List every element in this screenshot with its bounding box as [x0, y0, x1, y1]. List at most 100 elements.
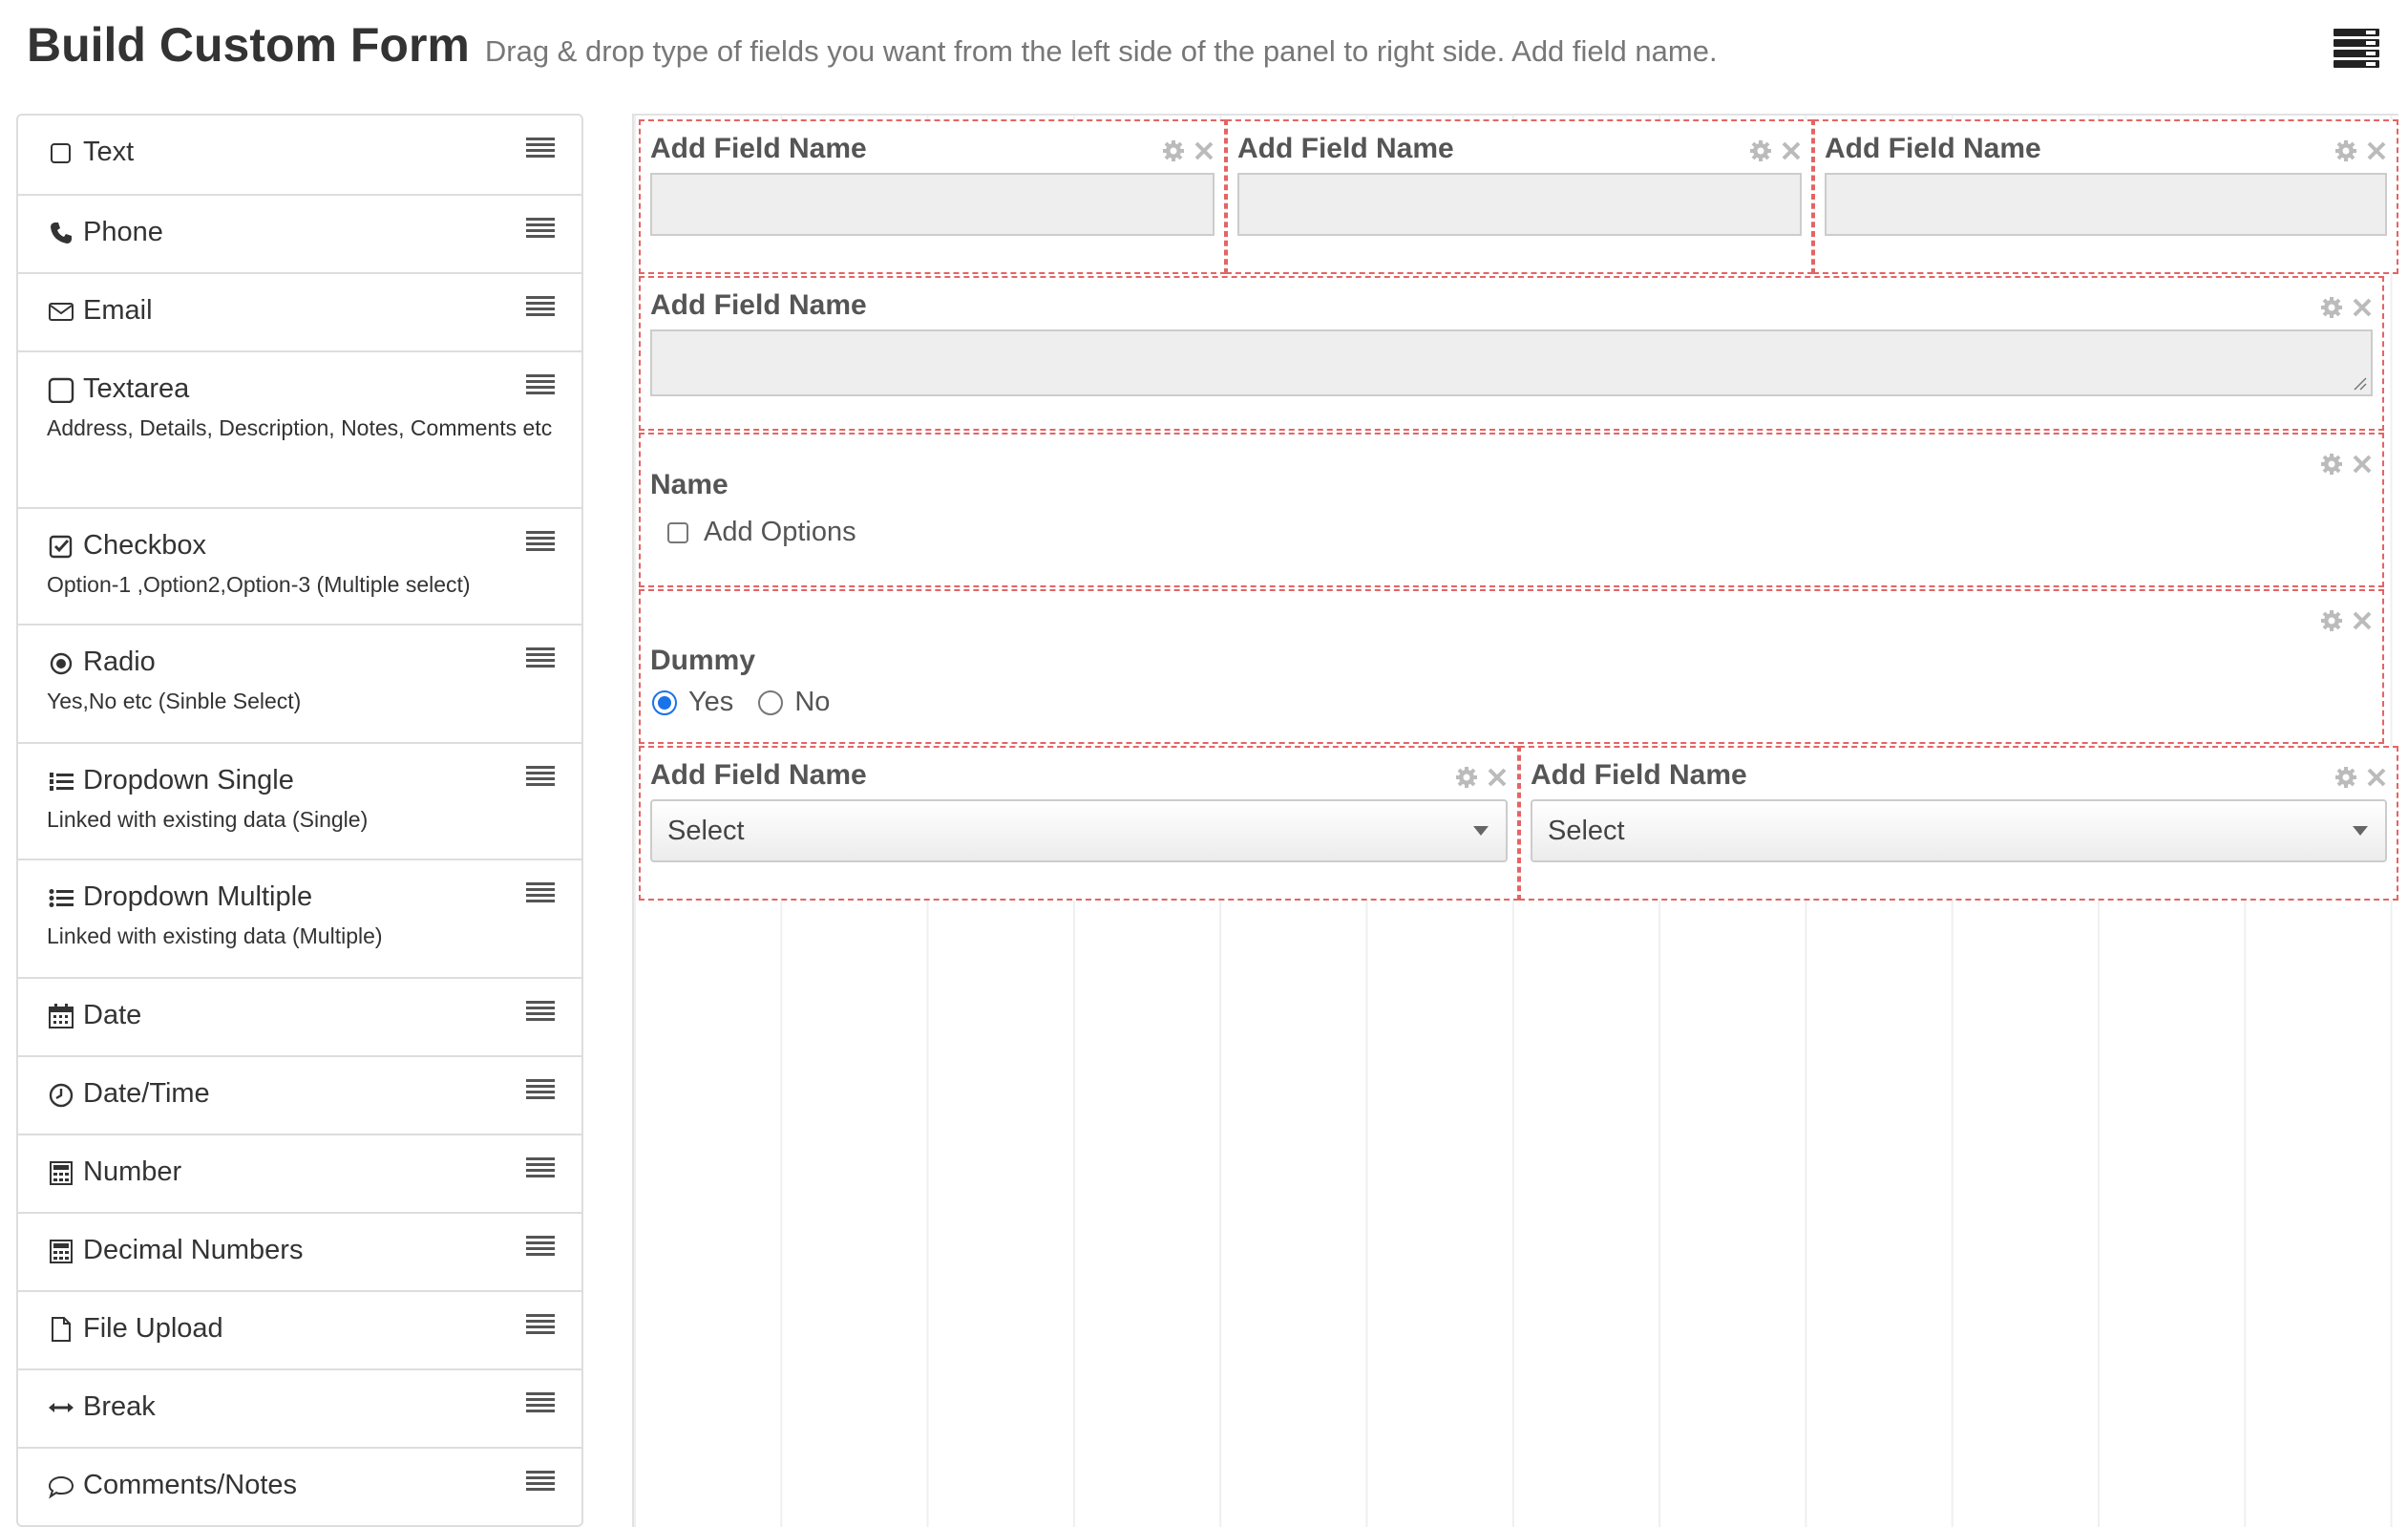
gear-icon[interactable] [2319, 608, 2344, 633]
palette-item-date[interactable]: Date [18, 979, 581, 1057]
drag-handle-icon[interactable] [526, 1470, 555, 1493]
drag-handle-icon[interactable] [526, 1078, 555, 1101]
close-icon[interactable] [2364, 138, 2389, 163]
field-name-label[interactable]: Add Field Name [1237, 133, 1454, 165]
radio-button-selected[interactable] [652, 689, 677, 715]
resize-handle-icon[interactable] [2352, 375, 2367, 391]
text-input-preview[interactable] [1237, 173, 1802, 236]
palette-item-description: Yes,No etc (Sinble Select) [47, 689, 302, 713]
close-icon[interactable] [1779, 138, 1804, 163]
field-palette: Text Phone Email Textarea Address, Detai… [16, 114, 583, 1527]
palette-item-datetime[interactable]: Date/Time [18, 1057, 581, 1135]
server-menu-icon[interactable] [2332, 27, 2381, 69]
form-field-text[interactable]: Add Field Name [1813, 119, 2398, 274]
calculator-icon [47, 1237, 75, 1265]
palette-item-file-upload[interactable]: File Upload [18, 1292, 581, 1370]
drag-handle-icon[interactable] [526, 530, 555, 553]
palette-item-email[interactable]: Email [18, 274, 581, 352]
gear-icon[interactable] [1161, 138, 1186, 163]
palette-item-label: File Upload [83, 1313, 223, 1344]
drag-handle-icon[interactable] [526, 647, 555, 669]
drag-handle-icon[interactable] [526, 881, 555, 904]
drag-handle-icon[interactable] [526, 1235, 555, 1258]
palette-item-description: Linked with existing data (Multiple) [47, 923, 383, 948]
palette-item-decimal-numbers[interactable]: Decimal Numbers [18, 1214, 581, 1292]
envelope-icon [47, 297, 75, 326]
field-name-label[interactable]: Add Field Name [1825, 133, 2041, 165]
field-name-label[interactable]: Add Field Name [650, 759, 867, 792]
gear-icon[interactable] [2319, 295, 2344, 320]
gear-icon[interactable] [2334, 138, 2358, 163]
palette-item-phone[interactable]: Phone [18, 196, 581, 274]
select-dropdown[interactable]: Select [650, 799, 1508, 862]
drag-handle-icon[interactable] [526, 1391, 555, 1414]
form-field-dropdown[interactable]: Add Field Name Select [639, 746, 1519, 901]
close-icon[interactable] [2364, 765, 2389, 790]
close-icon[interactable] [2350, 608, 2375, 633]
field-name-label[interactable]: Dummy [650, 645, 755, 677]
palette-item-label: Date [83, 1000, 142, 1030]
palette-item-dropdown-multiple[interactable]: Dropdown Multiple Linked with existing d… [18, 860, 581, 979]
palette-item-label: Break [83, 1391, 156, 1422]
textarea-preview[interactable] [650, 329, 2373, 396]
drag-handle-icon[interactable] [526, 765, 555, 788]
gear-icon[interactable] [2319, 452, 2344, 477]
close-icon[interactable] [1485, 765, 1510, 790]
page-subtitle: Drag & drop type of fields you want from… [484, 34, 1718, 68]
field-name-label[interactable]: Add Field Name [650, 133, 867, 165]
palette-item-label: Dropdown Multiple [83, 881, 313, 912]
form-field-text[interactable]: Add Field Name [1226, 119, 1813, 274]
text-input-preview[interactable] [1825, 173, 2387, 236]
form-field-dropdown[interactable]: Add Field Name Select [1519, 746, 2398, 901]
drag-handle-icon[interactable] [526, 373, 555, 396]
palette-item-radio[interactable]: Radio Yes,No etc (Sinble Select) [18, 626, 581, 744]
checkbox-option[interactable]: Add Options [667, 517, 856, 548]
drag-handle-icon[interactable] [526, 217, 555, 240]
form-field-textarea[interactable]: Add Field Name [639, 276, 2384, 431]
palette-item-label: Checkbox [83, 530, 206, 561]
calculator-icon [47, 1158, 75, 1187]
palette-item-break[interactable]: Break [18, 1370, 581, 1449]
gear-icon[interactable] [1454, 765, 1479, 790]
page-header: Build Custom Form Drag & drop type of fi… [27, 17, 2381, 84]
select-dropdown[interactable]: Select [1531, 799, 2387, 862]
close-icon[interactable] [1192, 138, 1216, 163]
field-name-label[interactable]: Add Field Name [1531, 759, 1747, 792]
checkbox-option-label: Add Options [704, 517, 856, 547]
palette-item-comments[interactable]: Comments/Notes [18, 1449, 581, 1525]
palette-item-text[interactable]: Text [18, 116, 581, 196]
numbered-list-icon [47, 767, 75, 795]
drag-handle-icon[interactable] [526, 1000, 555, 1023]
palette-item-number[interactable]: Number [18, 1135, 581, 1214]
drag-handle-icon[interactable] [526, 137, 555, 159]
radio-option-yes[interactable]: Yes [652, 687, 733, 718]
checkbox-checked-icon [47, 532, 75, 561]
radio-option-no[interactable]: No [758, 687, 830, 718]
radio-option-label: No [794, 687, 831, 717]
phone-icon [47, 219, 75, 247]
horizontal-arrows-icon [47, 1393, 75, 1422]
close-icon[interactable] [2350, 452, 2375, 477]
square-icon [47, 375, 75, 404]
drag-handle-icon[interactable] [526, 295, 555, 318]
close-icon[interactable] [2350, 295, 2375, 320]
gear-icon[interactable] [1748, 138, 1773, 163]
text-input-preview[interactable] [650, 173, 1215, 236]
gear-icon[interactable] [2334, 765, 2358, 790]
form-field-checkbox[interactable]: Name Add Options [639, 433, 2384, 587]
drag-handle-icon[interactable] [526, 1156, 555, 1179]
checkbox-empty-icon [47, 138, 75, 167]
field-name-label[interactable]: Add Field Name [650, 289, 867, 322]
select-value: Select [667, 815, 745, 846]
palette-item-checkbox[interactable]: Checkbox Option-1 ,Option2,Option-3 (Mul… [18, 509, 581, 626]
radio-button[interactable] [758, 689, 784, 715]
drag-handle-icon[interactable] [526, 1313, 555, 1336]
form-canvas[interactable]: Add Field Name Add Field Name Add Field … [632, 114, 2398, 1527]
palette-item-label: Phone [83, 217, 163, 247]
field-name-label[interactable]: Name [650, 469, 729, 501]
checkbox-box[interactable] [667, 521, 688, 543]
palette-item-textarea[interactable]: Textarea Address, Details, Description, … [18, 352, 581, 509]
palette-item-dropdown-single[interactable]: Dropdown Single Linked with existing dat… [18, 744, 581, 860]
form-field-text[interactable]: Add Field Name [639, 119, 1226, 274]
form-field-radio[interactable]: Dummy Yes No [639, 589, 2384, 744]
